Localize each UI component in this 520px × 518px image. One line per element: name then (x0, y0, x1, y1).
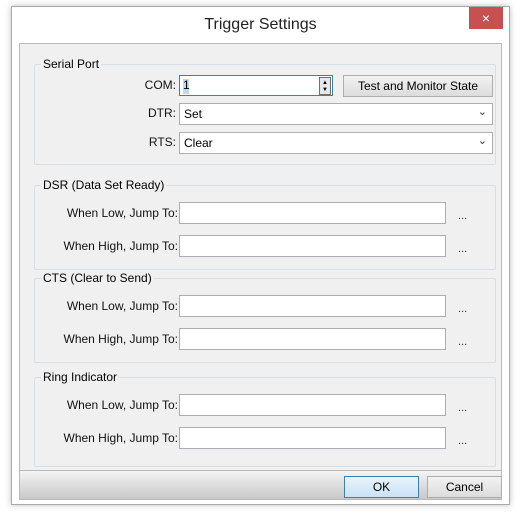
dsr-low-label: When Low, Jump To: (66, 206, 178, 220)
serial-port-legend: Serial Port (41, 57, 102, 72)
ring-high-browse-button[interactable]: ... (458, 435, 467, 447)
com-value: 1 (183, 78, 190, 92)
cts-group: CTS (Clear to Send) When Low, Jump To: .… (34, 271, 496, 363)
rts-label: RTS: (148, 135, 176, 149)
chevron-down-icon: ⌄ (477, 106, 487, 118)
dsr-group: DSR (Data Set Ready) When Low, Jump To: … (34, 178, 496, 270)
dtr-value: Set (184, 107, 203, 121)
ring-low-label: When Low, Jump To: (66, 398, 178, 412)
dsr-low-browse-button[interactable]: ... (458, 210, 467, 222)
ring-low-browse-button[interactable]: ... (458, 402, 467, 414)
ring-low-jump-input[interactable] (179, 394, 446, 416)
cts-legend: CTS (Clear to Send) (41, 271, 154, 286)
cts-high-browse-button[interactable]: ... (458, 336, 467, 348)
trigger-settings-dialog: Trigger Settings × Serial Port COM: 1 ▲ … (11, 6, 510, 505)
dsr-low-jump-input[interactable] (179, 202, 446, 224)
ring-high-jump-input[interactable] (179, 427, 446, 449)
dsr-high-browse-button[interactable]: ... (458, 243, 467, 255)
ok-button[interactable]: OK (344, 476, 419, 498)
ring-indicator-legend: Ring Indicator (41, 370, 120, 385)
button-bar: OK Cancel (19, 471, 502, 500)
cts-low-jump-input[interactable] (179, 295, 446, 317)
spin-down-icon[interactable]: ▼ (322, 87, 328, 93)
window-title: Trigger Settings (204, 16, 317, 33)
ring-indicator-group: Ring Indicator When Low, Jump To: ... Wh… (34, 370, 496, 467)
com-label: COM: (144, 78, 176, 92)
spin-up-icon[interactable]: ▲ (322, 80, 328, 86)
com-spinner[interactable]: 1 ▲ ▼ (179, 75, 333, 96)
cts-low-label: When Low, Jump To: (66, 299, 178, 313)
cancel-button[interactable]: Cancel (427, 476, 502, 498)
rts-select[interactable]: Clear ⌄ (179, 132, 493, 154)
test-and-monitor-state-button[interactable]: Test and Monitor State (343, 75, 493, 97)
dtr-select[interactable]: Set ⌄ (179, 103, 493, 125)
chevron-down-icon: ⌄ (477, 135, 487, 147)
cts-low-browse-button[interactable]: ... (458, 303, 467, 315)
close-icon: × (481, 10, 491, 26)
ring-high-label: When High, Jump To: (63, 431, 179, 445)
rts-value: Clear (184, 136, 213, 150)
dtr-label: DTR: (148, 106, 176, 120)
dialog-body: Serial Port COM: 1 ▲ ▼ Test and Monitor … (19, 43, 502, 471)
com-spin-buttons[interactable]: ▲ ▼ (319, 77, 331, 95)
close-button[interactable]: × (469, 7, 503, 29)
dsr-high-jump-input[interactable] (179, 235, 446, 257)
title-bar[interactable]: Trigger Settings × (12, 7, 509, 43)
cts-high-jump-input[interactable] (179, 328, 446, 350)
dsr-legend: DSR (Data Set Ready) (41, 178, 167, 193)
cts-high-label: When High, Jump To: (63, 332, 179, 346)
dsr-high-label: When High, Jump To: (63, 239, 179, 253)
serial-port-group: Serial Port COM: 1 ▲ ▼ Test and Monitor … (34, 57, 496, 165)
